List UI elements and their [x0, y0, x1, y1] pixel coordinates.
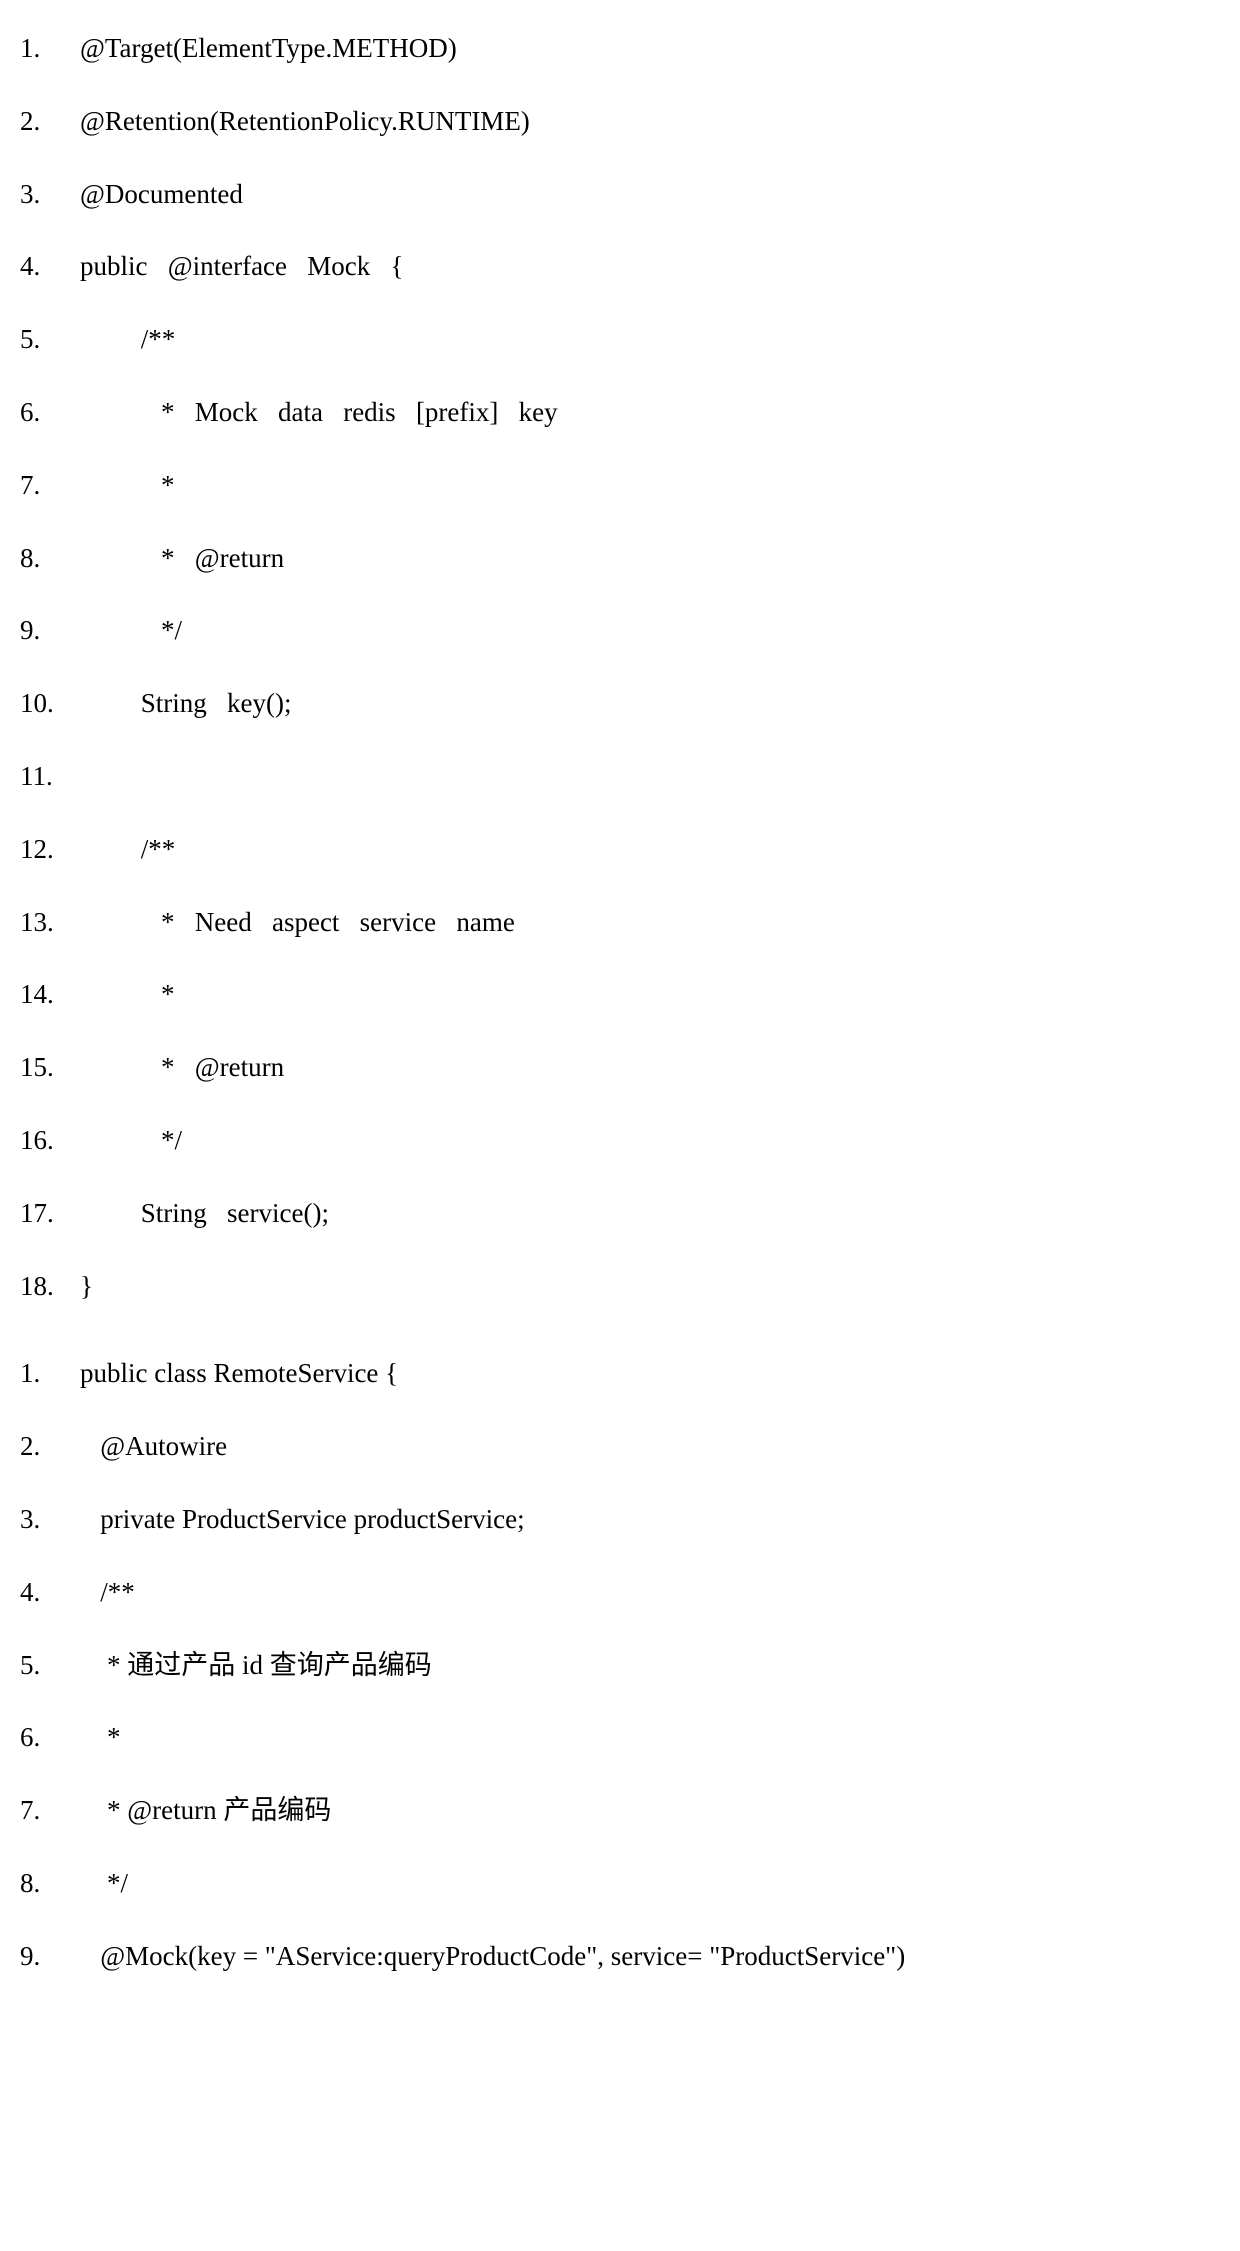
line-content: */	[80, 1865, 1220, 1903]
line-content: */	[80, 612, 1220, 650]
code-block-2: 1.public class RemoteService {2. @Autowi…	[20, 1355, 1220, 1975]
line-content: @Mock(key = "AService:queryProductCode",…	[80, 1938, 1220, 1976]
line-number: 14.	[20, 976, 80, 1014]
code-line: 5. * 通过产品 id 查询产品编码	[20, 1647, 1220, 1685]
code-line: 2. @Autowire	[20, 1428, 1220, 1466]
code-line: 1.@Target(ElementType.METHOD)	[20, 30, 1220, 68]
code-line: 7. *	[20, 467, 1220, 505]
line-content: private ProductService productService;	[80, 1501, 1220, 1539]
line-content: @Autowire	[80, 1428, 1220, 1466]
code-line: 9. @Mock(key = "AService:queryProductCod…	[20, 1938, 1220, 1976]
code-line: 8. */	[20, 1865, 1220, 1903]
line-content: @Documented	[80, 176, 1220, 214]
line-number: 6.	[20, 1719, 80, 1757]
line-content: /**	[80, 1574, 1220, 1612]
code-line: 8. * @return	[20, 540, 1220, 578]
code-line: 9. */	[20, 612, 1220, 650]
line-content: * 通过产品 id 查询产品编码	[80, 1647, 1220, 1685]
code-line: 14. *	[20, 976, 1220, 1014]
line-content: * @return	[80, 1049, 1220, 1087]
line-content: String service();	[80, 1195, 1220, 1233]
line-number: 3.	[20, 176, 80, 214]
line-number: 8.	[20, 540, 80, 578]
code-line: 10. String key();	[20, 685, 1220, 723]
line-content: * Need aspect service name	[80, 904, 1220, 942]
line-number: 18.	[20, 1268, 80, 1306]
code-line: 7. * @return 产品编码	[20, 1792, 1220, 1830]
line-number: 16.	[20, 1122, 80, 1160]
line-content: */	[80, 1122, 1220, 1160]
line-number: 2.	[20, 103, 80, 141]
line-number: 2.	[20, 1428, 80, 1466]
line-content: /**	[80, 321, 1220, 359]
code-line: 2.@Retention(RetentionPolicy.RUNTIME)	[20, 103, 1220, 141]
code-line: 6. * Mock data redis [prefix] key	[20, 394, 1220, 432]
code-line: 3. private ProductService productService…	[20, 1501, 1220, 1539]
line-content: public class RemoteService {	[80, 1355, 1220, 1393]
code-line: 13. * Need aspect service name	[20, 904, 1220, 942]
code-line: 3.@Documented	[20, 176, 1220, 214]
code-line: 12. /**	[20, 831, 1220, 869]
code-line: 17. String service();	[20, 1195, 1220, 1233]
code-line: 15. * @return	[20, 1049, 1220, 1087]
line-number: 6.	[20, 394, 80, 432]
line-number: 9.	[20, 612, 80, 650]
line-content: @Target(ElementType.METHOD)	[80, 30, 1220, 68]
code-line: 4.public @interface Mock {	[20, 248, 1220, 286]
line-number: 1.	[20, 30, 80, 68]
line-content: * @return 产品编码	[80, 1792, 1220, 1830]
line-content: String key();	[80, 685, 1220, 723]
line-number: 4.	[20, 1574, 80, 1612]
line-number: 9.	[20, 1938, 80, 1976]
line-content: }	[80, 1268, 1220, 1306]
line-number: 1.	[20, 1355, 80, 1393]
line-content: * Mock data redis [prefix] key	[80, 394, 1220, 432]
line-number: 5.	[20, 1647, 80, 1685]
line-content: *	[80, 1719, 1220, 1757]
line-content: @Retention(RetentionPolicy.RUNTIME)	[80, 103, 1220, 141]
line-content: /**	[80, 831, 1220, 869]
line-number: 5.	[20, 321, 80, 359]
line-number: 7.	[20, 467, 80, 505]
code-block-1: 1.@Target(ElementType.METHOD)2.@Retentio…	[20, 30, 1220, 1305]
code-line: 5. /**	[20, 321, 1220, 359]
line-number: 7.	[20, 1792, 80, 1830]
line-number: 4.	[20, 248, 80, 286]
line-number: 15.	[20, 1049, 80, 1087]
code-line: 6. *	[20, 1719, 1220, 1757]
line-number: 17.	[20, 1195, 80, 1233]
code-line: 11.	[20, 758, 1220, 796]
line-number: 11.	[20, 758, 80, 796]
code-line: 18.}	[20, 1268, 1220, 1306]
line-number: 8.	[20, 1865, 80, 1903]
line-number: 10.	[20, 685, 80, 723]
line-content: * @return	[80, 540, 1220, 578]
line-content: *	[80, 976, 1220, 1014]
code-line: 16. */	[20, 1122, 1220, 1160]
line-number: 12.	[20, 831, 80, 869]
line-number: 3.	[20, 1501, 80, 1539]
code-line: 4. /**	[20, 1574, 1220, 1612]
line-number: 13.	[20, 904, 80, 942]
line-content: public @interface Mock {	[80, 248, 1220, 286]
code-line: 1.public class RemoteService {	[20, 1355, 1220, 1393]
line-content: *	[80, 467, 1220, 505]
